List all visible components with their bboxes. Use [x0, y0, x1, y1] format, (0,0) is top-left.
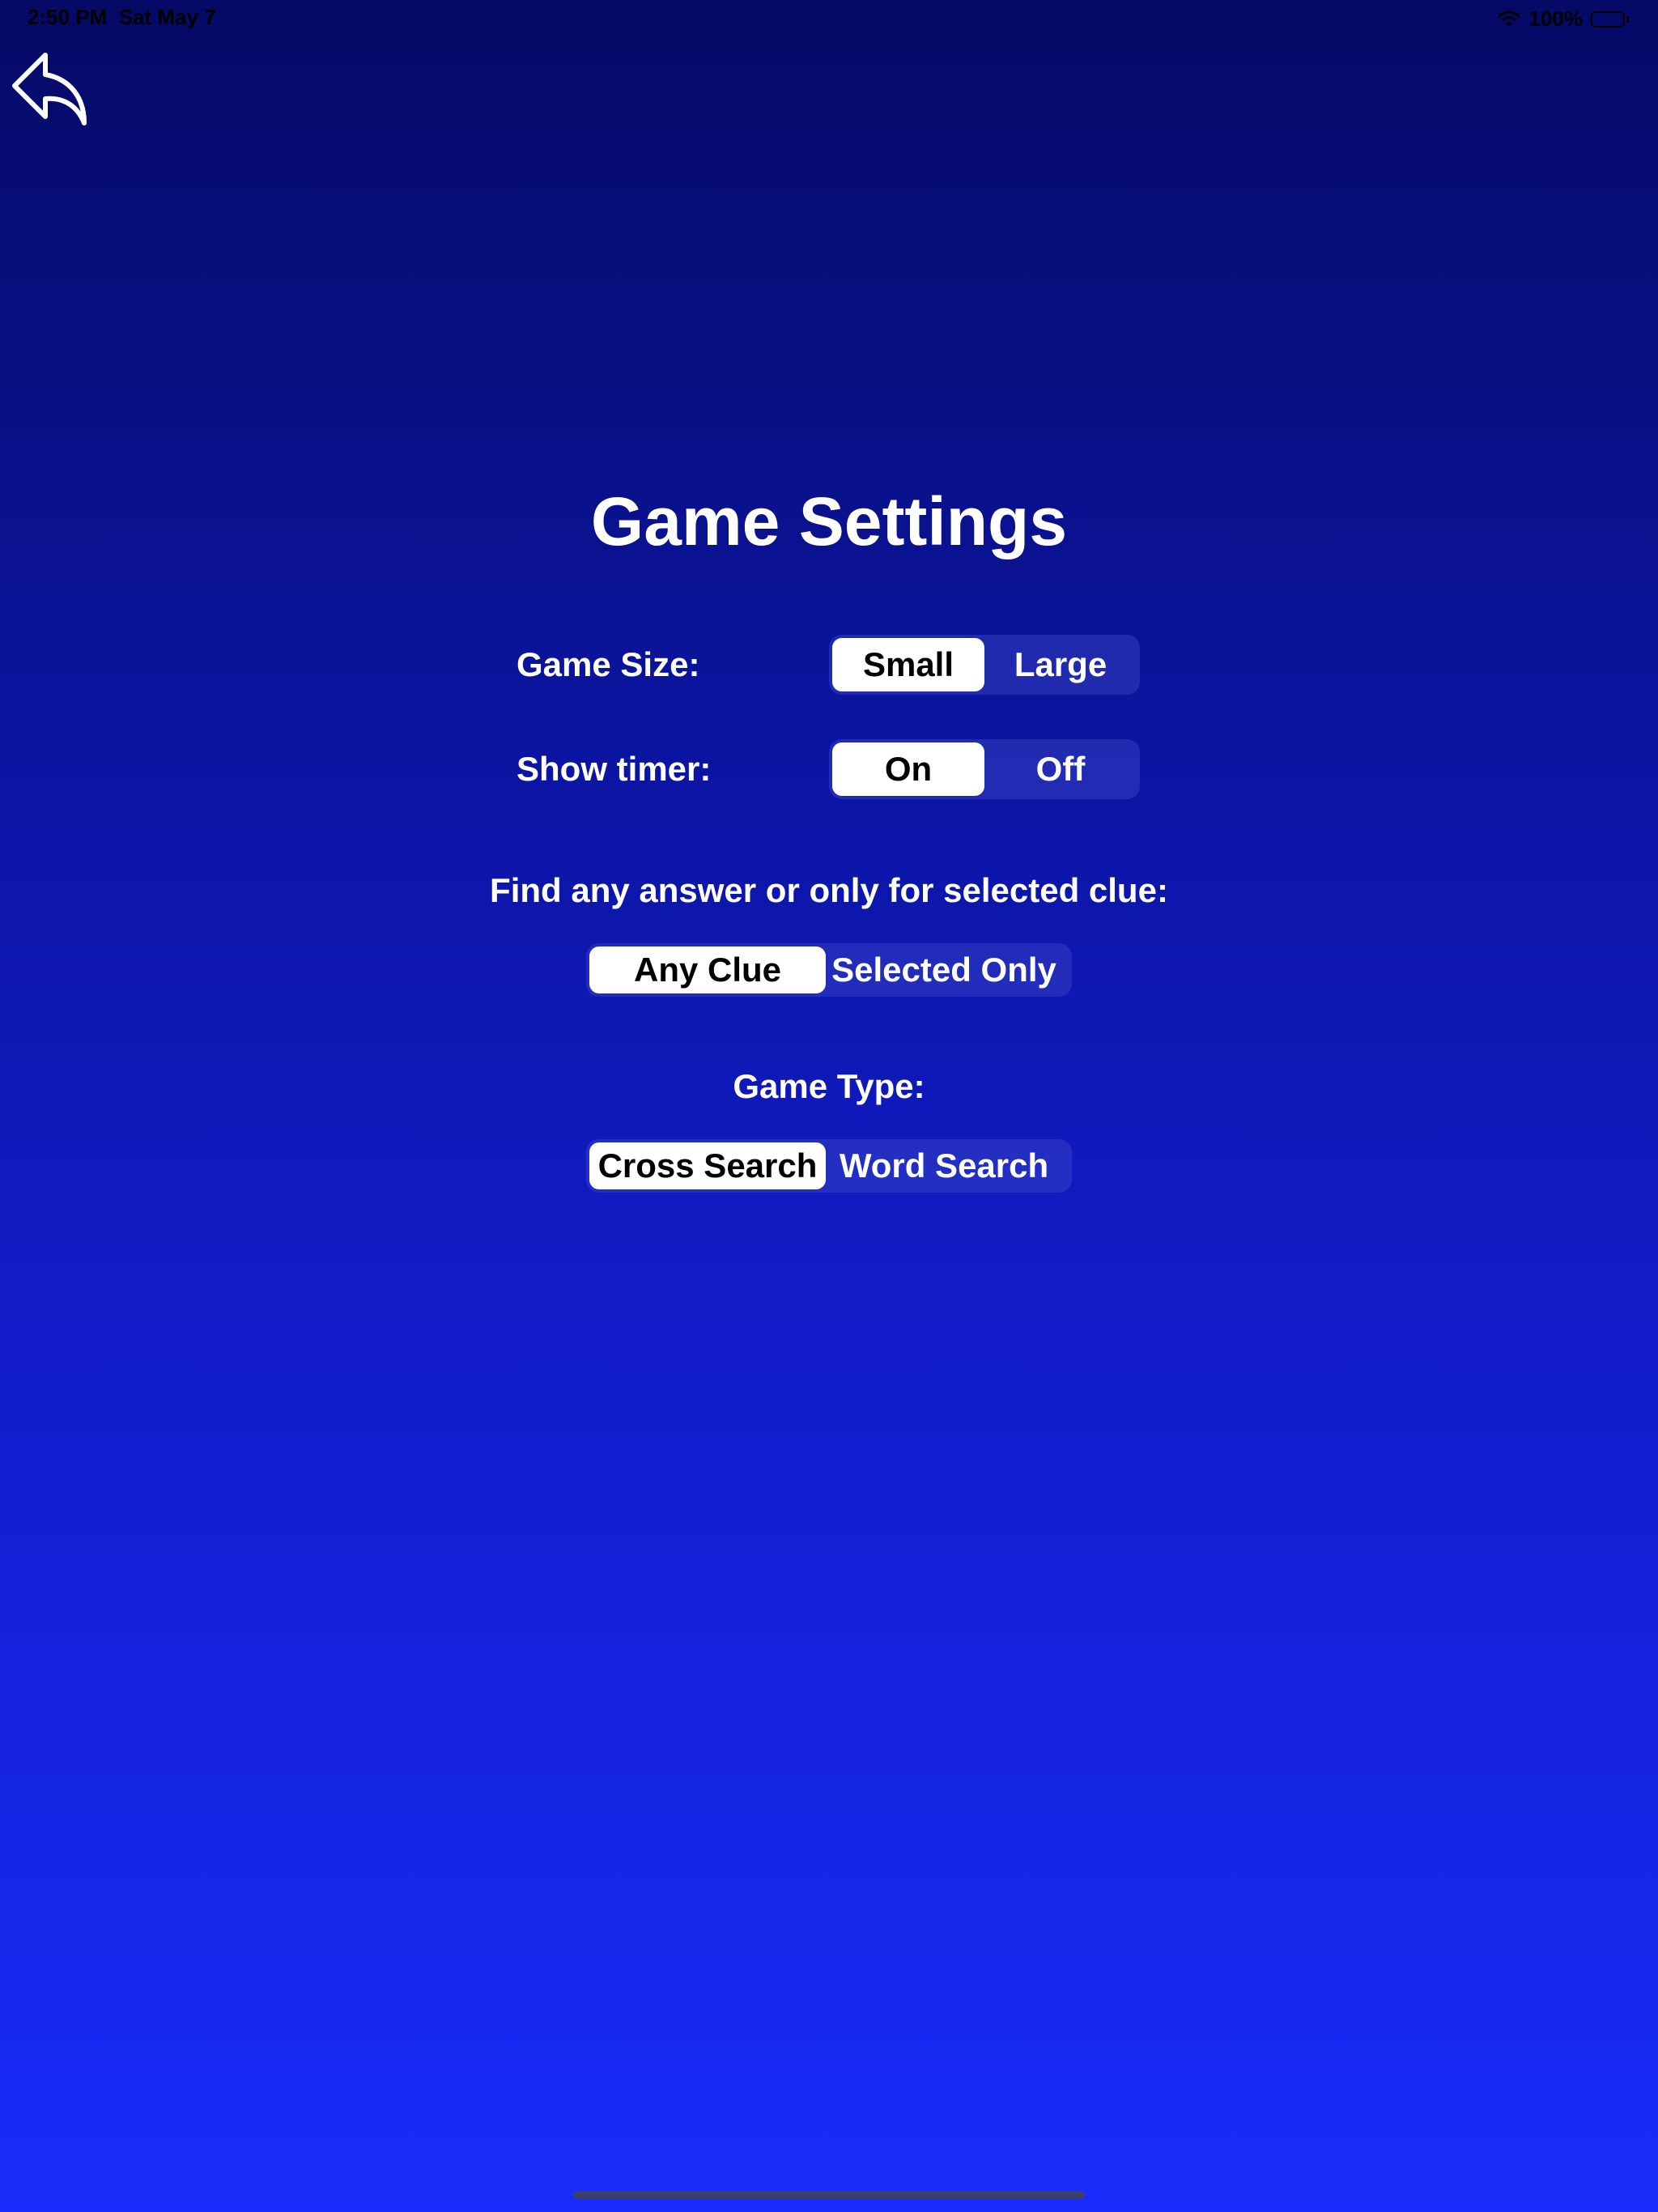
status-time: 2:50 PM: [28, 5, 108, 29]
game-size-large-option[interactable]: Large: [984, 638, 1137, 691]
wifi-icon: [1497, 11, 1521, 28]
page-title: Game Settings: [590, 483, 1068, 559]
show-timer-segmented-control: On Off: [829, 739, 1140, 799]
find-mode-selected-only-option[interactable]: Selected Only: [826, 946, 1062, 993]
status-bar: 2:50 PM Sat May 7 100%: [0, 0, 1658, 39]
game-type-word-search-option[interactable]: Word Search: [826, 1142, 1062, 1189]
reply-arrow-icon: [12, 53, 87, 125]
back-button[interactable]: [10, 49, 87, 126]
game-type-label: Game Type:: [733, 1067, 925, 1105]
show-timer-on-option[interactable]: On: [832, 742, 984, 796]
battery-percent: 100%: [1528, 6, 1584, 31]
game-type-cross-search-option[interactable]: Cross Search: [589, 1142, 826, 1189]
home-indicator[interactable]: [573, 2191, 1085, 2199]
show-timer-row: Show timer: On Off: [517, 739, 1141, 799]
game-size-label: Game Size:: [517, 645, 700, 683]
game-size-small-option[interactable]: Small: [832, 638, 984, 691]
find-mode-segmented-control: Any Clue Selected Only: [586, 943, 1072, 997]
show-timer-off-option[interactable]: Off: [984, 742, 1137, 796]
status-indicators: 100%: [1497, 6, 1629, 32]
show-timer-label: Show timer:: [517, 750, 712, 788]
battery-icon: [1591, 11, 1629, 28]
find-mode-label: Find any answer or only for selected clu…: [490, 871, 1168, 909]
status-time-date: 2:50 PM Sat May 7: [28, 5, 216, 30]
game-size-segmented-control: Small Large: [829, 635, 1140, 695]
game-type-segmented-control: Cross Search Word Search: [586, 1139, 1072, 1193]
game-size-row: Game Size: Small Large: [517, 635, 1141, 695]
find-mode-any-clue-option[interactable]: Any Clue: [589, 946, 826, 993]
status-date: Sat May 7: [118, 5, 216, 29]
